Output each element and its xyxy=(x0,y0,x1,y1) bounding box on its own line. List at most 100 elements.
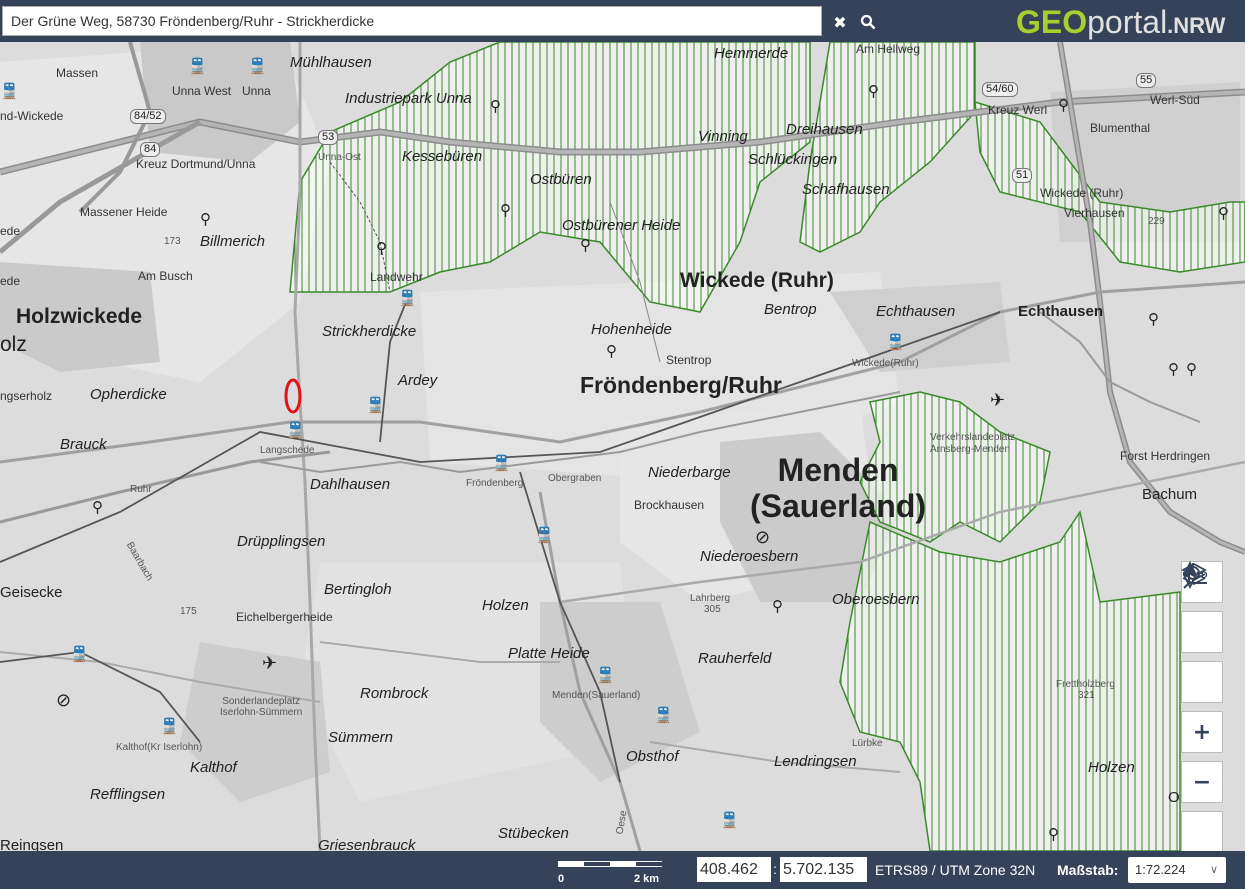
map-label-luerbke: Lürbke xyxy=(852,738,883,749)
train-station-icon[interactable]: 🚆 xyxy=(188,59,207,75)
map-label-muehlhausen: Mühlhausen xyxy=(290,54,372,71)
road-shield-55: 55 xyxy=(1136,73,1157,88)
train-station-icon[interactable]: 🚆 xyxy=(654,708,673,724)
map-label-druepplingsen: Drüpplingsen xyxy=(237,533,326,550)
locate-button[interactable] xyxy=(1181,563,1223,703)
close-icon: ✖ xyxy=(833,12,847,32)
map-label-rombrock: Rombrock xyxy=(360,685,429,702)
train-station-icon[interactable]: 🚆 xyxy=(248,59,267,75)
crs-label[interactable]: ETRS89 / UTM Zone 32N xyxy=(875,862,1035,878)
train-station-icon[interactable]: 🚆 xyxy=(398,291,417,307)
train-station-icon[interactable]: 🚆 xyxy=(535,528,554,544)
layers-button[interactable] xyxy=(1181,562,1223,653)
map-label-hohenheide: Hohenheide xyxy=(591,321,672,338)
map-label-eichelbergerheide: Eichelbergerheide xyxy=(236,610,333,624)
map-label-menden-station: Menden(Sauerland) xyxy=(552,690,641,701)
wind-turbine-icon: ⚲ xyxy=(606,343,617,360)
map-label-h175: 175 xyxy=(180,606,197,617)
search-button[interactable] xyxy=(854,8,882,36)
train-station-icon[interactable]: 🚆 xyxy=(596,668,615,684)
map-label-echthausen1: Echthausen xyxy=(876,303,956,320)
map-label-froendenberg: Fröndenberg xyxy=(466,478,524,489)
map-label-lendringsen: Lendringsen xyxy=(774,753,857,770)
map-label-bentrop: Bentrop xyxy=(764,301,817,318)
map-label-wickede-ruhr-small: Wickede (Ruhr) xyxy=(1040,186,1124,200)
train-station-icon[interactable]: 🚆 xyxy=(160,719,179,735)
map-label-wickede-ruhr: Wickede (Ruhr) xyxy=(680,269,834,292)
map-canvas[interactable]: Massen Unna West Unna Mühlhausen Hemmerd… xyxy=(0,42,1245,851)
map-label-unna: Unna xyxy=(242,84,271,98)
wind-turbine-icon: ⚲ xyxy=(490,98,501,115)
map-label-griesenbrauck: Griesenbrauck xyxy=(318,837,416,851)
map-label-landwehr: Landwehr xyxy=(370,270,423,284)
map-label-vinning: Vinning xyxy=(698,128,748,145)
train-station-icon[interactable]: 🚆 xyxy=(70,647,89,663)
map-label-billmerich: Billmerich xyxy=(200,233,266,250)
road-shield-54-60: 54/60 xyxy=(982,82,1018,97)
wind-turbine-icon: ⚲ xyxy=(1168,361,1179,378)
train-station-icon[interactable]: 🚆 xyxy=(886,335,905,351)
map-label-kalthof-station: Kalthof(Kr Iserlohn) xyxy=(116,742,203,753)
airport-icon[interactable]: ✈ xyxy=(262,654,277,672)
map-label-ardey: Ardey xyxy=(398,372,438,389)
logo-nrw: .NRW xyxy=(1167,13,1226,38)
map-label-platte-heide: Platte Heide xyxy=(508,645,590,662)
map-label-ede: ede xyxy=(0,224,21,238)
map-label-ruhr: Ruhr xyxy=(130,484,152,495)
road-shield-84: 84 xyxy=(140,142,161,157)
scale-value: 1:72.224 xyxy=(1135,862,1186,877)
map-label-sonderlandeplatz: Sonderlandeplatz Iserlohn-Sümmern xyxy=(220,696,303,718)
train-station-icon[interactable]: 🚆 xyxy=(286,423,305,439)
map-label-geisecke: Geisecke xyxy=(0,584,63,601)
map-label-am-hellweg: Am Hellweg xyxy=(856,42,921,56)
map-label-dreihausen: Dreihausen xyxy=(786,121,863,138)
zoom-out-button[interactable]: − xyxy=(1181,761,1223,803)
scale-select[interactable]: 1:72.224 ∨ xyxy=(1128,857,1226,883)
train-station-icon[interactable]: 🚆 xyxy=(492,456,511,472)
map-label-am-busch: Am Busch xyxy=(138,269,193,283)
map-label-frettholzberg: Frettholzberg xyxy=(1056,679,1115,690)
scale-bar: 0 2 km xyxy=(558,858,662,886)
map-label-massener-heide: Massener Heide xyxy=(80,205,168,219)
zoom-out-icon: − xyxy=(1192,769,1212,795)
airfield-icon[interactable]: ⊘ xyxy=(755,528,770,546)
wind-turbine-icon: ⚲ xyxy=(772,598,783,615)
airport-icon[interactable]: ✈ xyxy=(990,391,1005,409)
train-station-icon[interactable]: 🚆 xyxy=(366,398,385,414)
map-label-niederoesbern: Niederoesbern xyxy=(700,548,799,565)
scale-label: Maßstab: xyxy=(1057,862,1119,878)
map-label-oberoesbern: Oberoesbern xyxy=(832,591,920,608)
search-input[interactable] xyxy=(2,6,822,36)
map-label-bertingloh: Bertingloh xyxy=(324,581,392,598)
wind-turbine-icon: ⚲ xyxy=(1148,311,1159,328)
airfield-icon[interactable]: ⊘ xyxy=(56,691,71,709)
map-label-oesbern-o: O xyxy=(1168,789,1180,806)
map-label-verkehrslandeplatz: Verkehrslandeplatz Arnsberg-Menden xyxy=(930,432,1016,455)
logo-geo: GEO xyxy=(1016,4,1088,40)
map-label-kalthof: Kalthof xyxy=(190,759,237,776)
map-label-forst-herdringen: Forst Herdringen xyxy=(1120,449,1211,463)
clear-search-button[interactable]: ✖ xyxy=(826,8,854,36)
train-station-icon[interactable]: 🚆 xyxy=(0,84,19,100)
map-label-menden-sauerland: Menden (Sauerland) xyxy=(750,452,927,524)
map-label-echthausen2: Echthausen xyxy=(1018,303,1104,320)
map-label-ede-2: ede xyxy=(0,274,21,288)
train-station-icon[interactable]: 🚆 xyxy=(720,813,739,829)
geoportal-logo[interactable]: GEOportal.NRW xyxy=(1016,4,1225,44)
map-label-kreuz-werl: Kreuz Werl xyxy=(988,103,1048,117)
scale-bar-graphic xyxy=(558,861,662,867)
wind-turbine-icon: ⚲ xyxy=(1186,361,1197,378)
map-label-schlueckingen: Schlückingen xyxy=(748,151,838,168)
map-label-blumenthal: Blumenthal xyxy=(1090,121,1151,135)
map-label-unna-west: Unna West xyxy=(172,84,232,98)
map-label-stuebecken: Stübecken xyxy=(498,825,569,842)
scale-end-label: 2 km xyxy=(634,873,660,885)
scale-start-label: 0 xyxy=(558,873,565,885)
road-shield-51: 51 xyxy=(1012,168,1033,183)
map-label-h229: 229 xyxy=(1148,216,1165,227)
map-label-olz: olz xyxy=(0,333,27,356)
north-button[interactable] xyxy=(1181,561,1223,851)
wind-turbine-icon: ⚲ xyxy=(1218,205,1229,222)
zoom-in-button[interactable]: + xyxy=(1181,711,1223,753)
search-icon xyxy=(860,14,876,30)
